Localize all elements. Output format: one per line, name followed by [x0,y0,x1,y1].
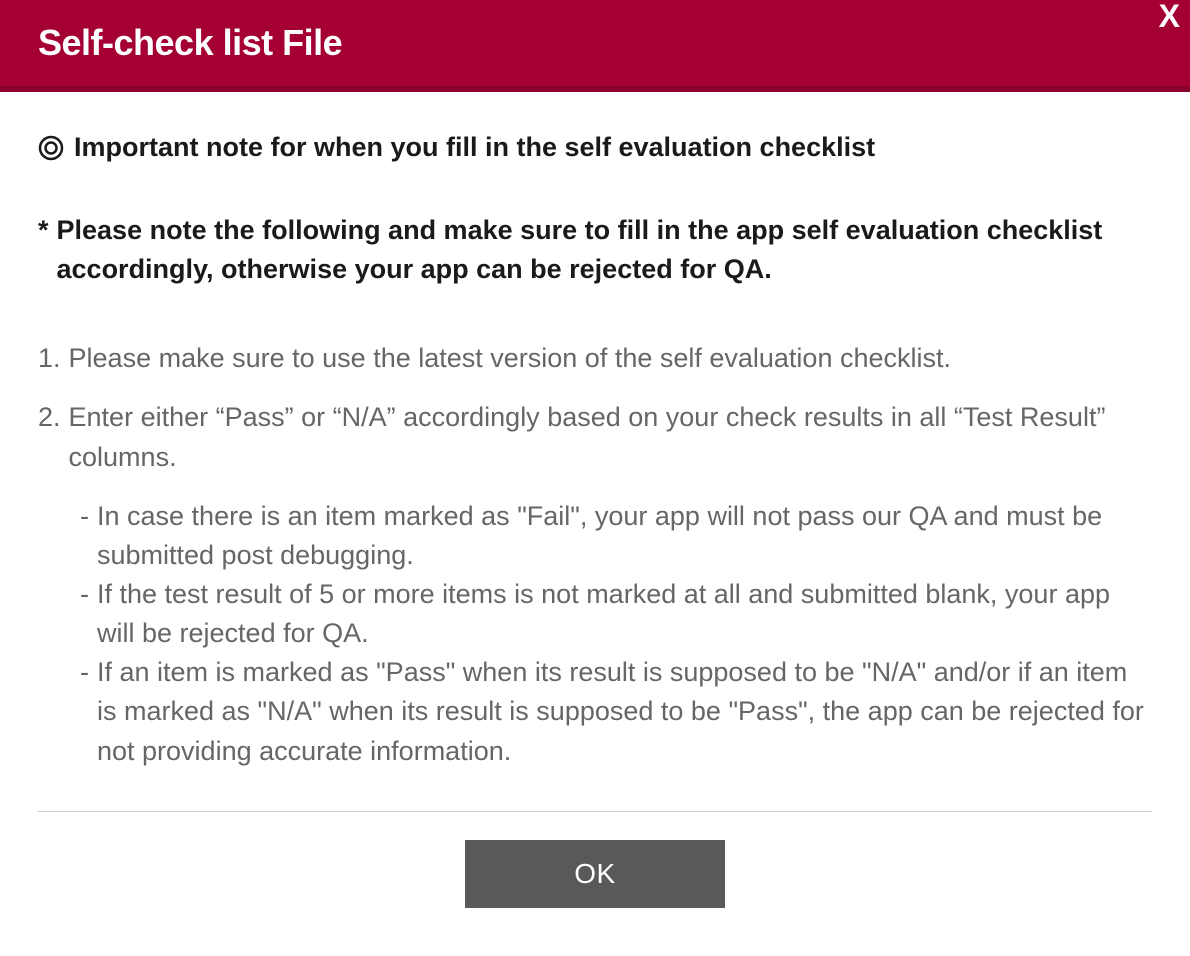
instructions-list: 1. Please make sure to use the latest ve… [38,339,1152,476]
instruction-item: 1. Please make sure to use the latest ve… [38,339,1152,378]
important-note-heading: Important note for when you fill in the … [38,132,1152,163]
sub-item-text: In case there is an item marked as "Fail… [97,497,1152,575]
sub-instructions-list: - In case there is an item marked as "Fa… [38,497,1152,771]
instruction-item: 2. Enter either “Pass” or “N/A” accordin… [38,398,1152,476]
item-number: 1. [38,339,61,378]
sub-item-text: If the test result of 5 or more items is… [97,575,1152,653]
dialog-body: Important note for when you fill in the … [0,92,1190,956]
dialog-title: Self-check list File [38,22,1152,64]
item-text: Please make sure to use the latest versi… [69,339,951,378]
warning-note: * Please note the following and make sur… [38,211,1152,289]
item-number: 2. [38,398,61,476]
warning-note-text: Please note the following and make sure … [57,211,1152,289]
sub-instruction-item: - If an item is marked as "Pass" when it… [80,653,1152,770]
close-button[interactable]: X [1159,0,1180,32]
asterisk-icon: * [38,211,49,289]
ok-button[interactable]: OK [465,840,725,908]
bullseye-icon [38,135,64,161]
dialog-footer: OK [38,812,1152,936]
sub-item-text: If an item is marked as "Pass" when its … [97,653,1152,770]
dash-icon: - [80,653,89,770]
dash-icon: - [80,497,89,575]
dialog-header: Self-check list File X [0,0,1190,92]
item-text: Enter either “Pass” or “N/A” accordingly… [69,398,1152,476]
important-note-text: Important note for when you fill in the … [74,132,875,163]
dash-icon: - [80,575,89,653]
sub-instruction-item: - If the test result of 5 or more items … [80,575,1152,653]
sub-instruction-item: - In case there is an item marked as "Fa… [80,497,1152,575]
